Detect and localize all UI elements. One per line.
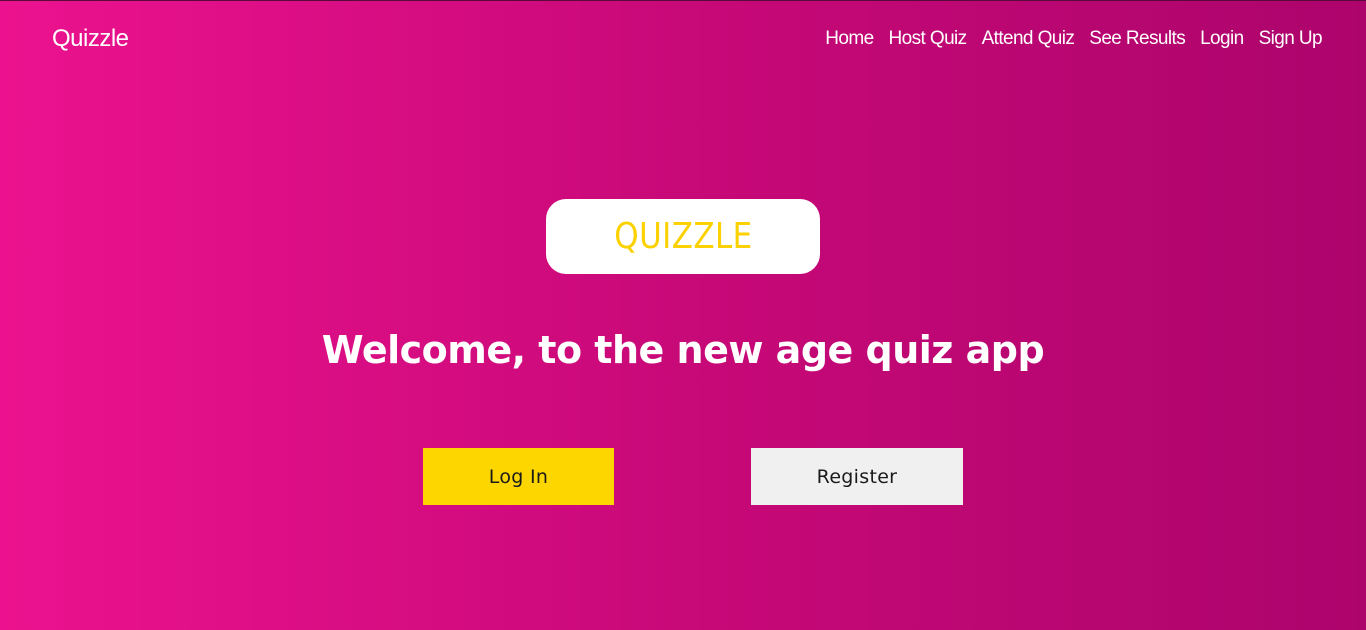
nav-home[interactable]: Home: [825, 27, 874, 51]
brand-link[interactable]: Quizzle: [52, 24, 129, 54]
register-button[interactable]: Register: [751, 448, 963, 505]
login-button[interactable]: Log In: [423, 448, 614, 505]
welcome-heading: Welcome, to the new age quiz app: [321, 328, 1045, 372]
nav-attend-quiz[interactable]: Attend Quiz: [982, 27, 1075, 51]
top-nav: Home Host Quiz Attend Quiz See Results L…: [825, 27, 1322, 51]
nav-host-quiz[interactable]: Host Quiz: [889, 27, 968, 51]
nav-sign-up[interactable]: Sign Up: [1259, 27, 1323, 51]
nav-login[interactable]: Login: [1200, 27, 1244, 51]
top-border: [0, 0, 1366, 1]
nav-see-results[interactable]: See Results: [1089, 27, 1185, 51]
logo-text: QUIZZLE: [613, 216, 753, 257]
logo-badge: QUIZZLE: [546, 199, 820, 274]
